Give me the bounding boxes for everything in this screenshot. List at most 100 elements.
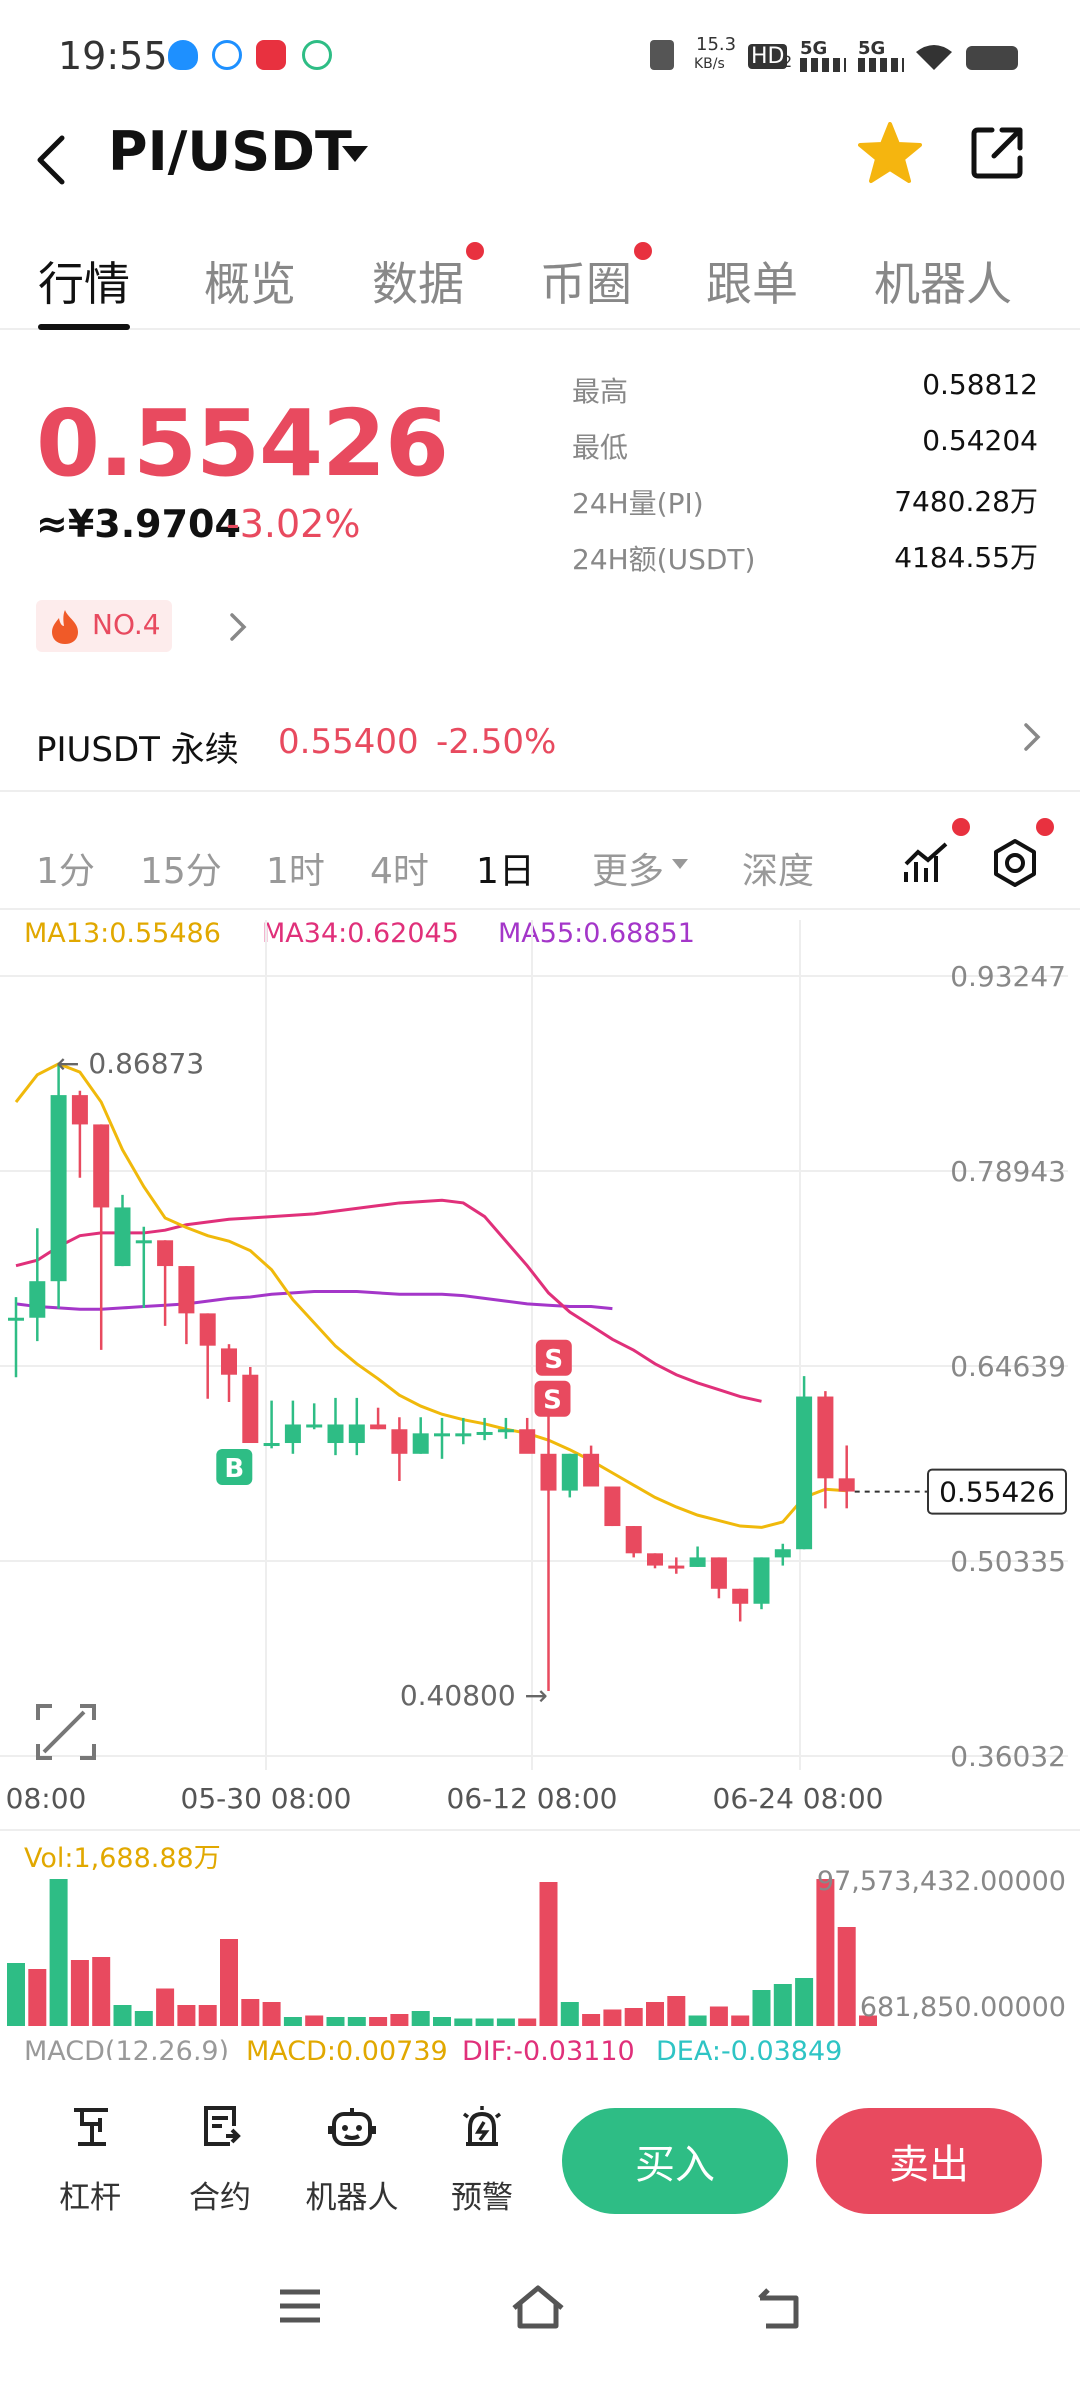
volume-max-label: 97,573,432.00000 [816, 1866, 1066, 1897]
candle-body [221, 1348, 237, 1375]
volume-bar [156, 1988, 175, 2026]
candle-body [412, 1433, 429, 1454]
volume-bar [70, 1960, 89, 2026]
interval-1h[interactable]: 1时 [266, 842, 325, 894]
perpetual-change: -2.50% [436, 722, 557, 762]
rank-chevron-icon[interactable] [228, 612, 248, 642]
volume-bar [454, 2018, 473, 2026]
candle-body [284, 1424, 301, 1444]
candle-body [561, 1453, 578, 1491]
pair-dropdown-icon[interactable] [340, 142, 370, 166]
buy-button[interactable]: 买入 [562, 2108, 788, 2214]
signal-label: S [544, 1345, 563, 1375]
perpetual-chevron-icon[interactable] [1022, 722, 1042, 752]
interval-depth[interactable]: 深度 [742, 842, 814, 894]
candle-body [497, 1429, 514, 1433]
candle-body [391, 1429, 408, 1454]
tab-underline [38, 324, 130, 330]
rank-label: NO.4 [92, 608, 161, 641]
net-speed: 15.3 [696, 34, 737, 55]
candle-body [370, 1424, 387, 1430]
candle-body [348, 1424, 365, 1444]
wifi-icon [916, 45, 952, 70]
candle-body [796, 1396, 813, 1550]
volume-bar [752, 1990, 771, 2026]
signal-label: S [543, 1386, 562, 1416]
volume-bar [603, 2009, 622, 2026]
alert-icon [462, 2106, 502, 2146]
interval-15m[interactable]: 15分 [140, 842, 222, 894]
candle-body [838, 1478, 855, 1492]
tab-community[interactable]: 币圈 [540, 242, 652, 314]
volume-bar [688, 2015, 707, 2026]
candle-body [242, 1374, 259, 1444]
volume-bar [134, 2011, 153, 2026]
indicator-badge [952, 818, 970, 836]
tab-market[interactable]: 行情 [38, 248, 130, 314]
signal-1-label: 5G [800, 38, 828, 59]
macd-name: MACD(12,26,9) [24, 2036, 230, 2060]
menu-icon[interactable] [276, 2284, 324, 2328]
favorite-star-icon[interactable] [858, 122, 922, 184]
tab-bot[interactable]: 机器人 [874, 248, 1012, 314]
candle-body [455, 1433, 472, 1437]
volume-bar [667, 1996, 686, 2026]
candle-body [434, 1433, 450, 1437]
volume-bar [220, 1939, 238, 2026]
volume-bar [624, 2008, 643, 2026]
robot-icon [328, 2108, 376, 2146]
tab-overview[interactable]: 概览 [204, 248, 296, 314]
share-icon[interactable] [968, 124, 1026, 182]
volume-bar [28, 1969, 47, 2026]
candle-body [753, 1557, 770, 1604]
stat-low-label: 最低 [572, 431, 629, 464]
sell-button[interactable]: 卖出 [816, 2108, 1042, 2214]
volume-bar [560, 2002, 579, 2026]
divider [0, 790, 1080, 792]
volume-bar [283, 2017, 302, 2026]
signal-2-icon [858, 58, 904, 72]
interval-4h[interactable]: 4时 [370, 842, 429, 894]
interval-1m[interactable]: 1分 [36, 842, 95, 894]
settings-icon[interactable] [990, 838, 1040, 888]
stat-high-label: 最高 [572, 375, 629, 408]
signal-label: B [224, 1454, 244, 1484]
home-icon[interactable] [508, 2284, 568, 2332]
interval-more[interactable]: 更多 [592, 842, 664, 894]
chat-icon [212, 40, 242, 70]
indicator-icon[interactable] [902, 838, 954, 886]
interval-1d[interactable]: 1日 [476, 842, 535, 894]
signal-1-icon [800, 58, 846, 72]
candle-body [199, 1313, 216, 1346]
volume-bar [837, 1927, 856, 2026]
net-unit: KB/s [694, 56, 725, 72]
macd-dif: DIF:-0.03110 [462, 2036, 635, 2060]
volume-bar [347, 2017, 366, 2026]
volume-bar [262, 2002, 281, 2026]
volume-bar [731, 2015, 750, 2026]
y-tick-label: 0.36032 [950, 1740, 1066, 1773]
pair-title[interactable]: PI/USDT [108, 120, 352, 183]
x-tick-label: 06-24 08:00 [713, 1782, 884, 1815]
last-price-tag-label: 0.55426 [939, 1476, 1055, 1509]
back-icon[interactable] [32, 132, 72, 188]
candle-body [71, 1095, 88, 1125]
candle-body [114, 1207, 131, 1267]
back-nav-icon[interactable] [752, 2284, 806, 2332]
rank-badge[interactable]: NO.4 [36, 600, 172, 652]
tab-data-badge [466, 242, 484, 260]
volume-bar [539, 1882, 558, 2026]
more-dropdown-icon[interactable] [670, 856, 690, 872]
volume-bar [177, 2005, 196, 2026]
signal-2-label: 5G [858, 38, 886, 59]
fire-icon [52, 610, 78, 644]
tab-data[interactable]: 数据 [372, 242, 484, 314]
candle-body [583, 1453, 600, 1487]
y-tick-label: 0.93247 [950, 960, 1066, 993]
volume-bar [816, 1879, 835, 2026]
stat-volume-label: 24H量(PI) [572, 487, 704, 520]
tab-bar: 行情 概览 数据 币圈 跟单 机器人 [0, 230, 1080, 330]
candle-body [604, 1486, 621, 1527]
volume-bar [7, 1963, 25, 2026]
tab-copy[interactable]: 跟单 [706, 248, 798, 314]
